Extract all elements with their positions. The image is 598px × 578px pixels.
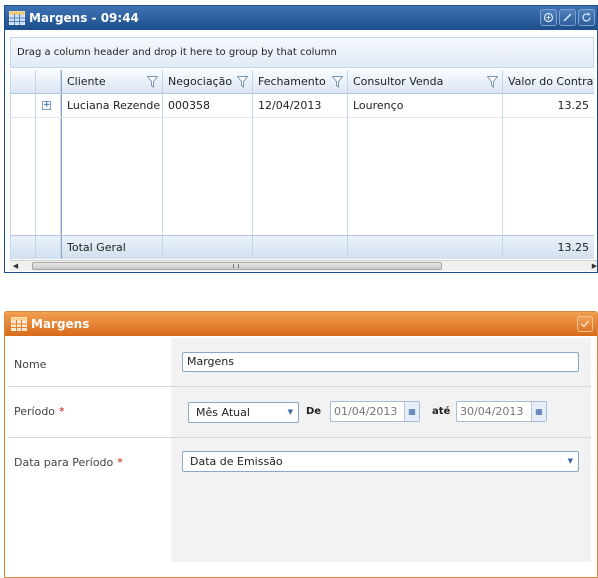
column-header-fechamento[interactable]: Fechamento — [253, 70, 348, 93]
data-grid: Cliente Negociação Fechamento Consultor … — [10, 70, 594, 266]
grip-icon — [233, 264, 239, 268]
filter-icon[interactable] — [237, 76, 248, 88]
grid-widget-header[interactable]: Margens - 09:44 — [5, 6, 597, 30]
footer-cell — [348, 236, 503, 259]
cell-cliente: Luciana Rezende — [61, 94, 163, 117]
column-header-label: Cliente — [67, 75, 106, 88]
periodo-label: Período * — [14, 405, 65, 418]
date-from-input[interactable]: 01/04/2013 ▦ — [330, 401, 420, 422]
ate-label: até — [432, 406, 451, 417]
filter-icon[interactable] — [147, 76, 158, 88]
column-header-valor-contrato[interactable]: Valor do Contrat — [503, 70, 594, 93]
table-row[interactable]: + Luciana Rezende 000358 12/04/2013 Lour… — [11, 94, 594, 118]
refresh-icon — [582, 12, 591, 22]
data-periodo-label-text: Data para Período — [14, 456, 114, 469]
date-to-value: 30/04/2013 — [460, 405, 524, 418]
grid-widget-title: Margens - 09:44 — [29, 11, 139, 25]
edit-button[interactable] — [559, 9, 576, 26]
form-row-periodo: Período * Mês Atual ▼ De 01/04/2013 ▦ até… — [8, 387, 591, 438]
header-expand-cell — [36, 70, 61, 93]
grid-widget-tools — [540, 9, 597, 26]
scroll-left-icon[interactable]: ◀ — [10, 261, 21, 271]
cell-valor-contrato: 13.25 — [557, 99, 590, 112]
scroll-right-icon[interactable]: ▶ — [589, 261, 597, 271]
column-header-label: Fechamento — [258, 75, 326, 88]
horizontal-scrollbar[interactable]: ◀ ▶ — [10, 260, 597, 271]
date-to-input[interactable]: 30/04/2013 ▦ — [456, 401, 547, 422]
table-icon — [9, 11, 25, 25]
form-widget-header[interactable]: Margens — [5, 312, 597, 336]
refresh-button[interactable] — [578, 9, 595, 26]
filter-icon[interactable] — [332, 76, 343, 88]
column-header-label: Negociação — [168, 75, 233, 88]
column-header-cliente[interactable]: Cliente — [61, 70, 163, 93]
margens-grid-widget: Margens - 09:44 Drag a column header and… — [4, 5, 598, 273]
date-from-value: 01/04/2013 — [334, 405, 398, 418]
nome-input[interactable]: Margens — [182, 352, 579, 372]
column-header-consultor-venda[interactable]: Consultor Venda — [348, 70, 503, 93]
grid-empty-area — [11, 118, 594, 235]
pencil-icon — [563, 13, 572, 22]
periodo-selected: Mês Atual — [196, 406, 250, 419]
data-periodo-selected: Data de Emissão — [190, 455, 283, 468]
data-periodo-label: Data para Período * — [14, 456, 123, 469]
scroll-thumb[interactable] — [32, 262, 442, 270]
row-indicator-cell — [11, 94, 36, 117]
footer-total-label: Total Geral — [61, 236, 163, 259]
chevron-down-icon: ▼ — [287, 408, 293, 416]
zoom-icon — [543, 12, 554, 23]
margens-form-widget: Margens Nome Margens Período * Mês Atual … — [4, 311, 598, 578]
column-header-label: Consultor Venda — [353, 75, 444, 88]
grid-footer-row: Total Geral 13.25 — [11, 235, 594, 259]
filter-icon[interactable] — [487, 76, 498, 88]
zoom-button[interactable] — [540, 9, 557, 26]
required-marker: * — [59, 405, 65, 418]
footer-total-value: 13.25 — [557, 241, 590, 254]
de-label: De — [306, 406, 322, 417]
periodo-select[interactable]: Mês Atual ▼ — [188, 402, 299, 423]
cell-consultor-venda: Lourenço — [348, 94, 503, 117]
column-header-label: Valor do Contrat — [508, 75, 594, 88]
group-by-panel[interactable]: Drag a column header and drop it here to… — [10, 37, 594, 68]
form-row-nome: Nome Margens — [8, 338, 591, 387]
required-marker: * — [117, 456, 123, 469]
form-widget-title: Margens — [31, 317, 90, 331]
grid-header-row: Cliente Negociação Fechamento Consultor … — [11, 70, 594, 94]
check-icon — [581, 320, 590, 328]
cell-fechamento: 12/04/2013 — [253, 94, 348, 117]
footer-cell — [253, 236, 348, 259]
column-header-negociacao[interactable]: Negociação — [163, 70, 253, 93]
footer-indicator-cell — [11, 236, 36, 259]
data-periodo-select[interactable]: Data de Emissão ▼ — [182, 451, 579, 472]
calendar-icon[interactable]: ▦ — [404, 402, 419, 421]
header-indicator-cell — [11, 70, 36, 93]
form-row-data-periodo: Data para Período * Data de Emissão ▼ — [8, 438, 591, 577]
confirm-button[interactable] — [577, 316, 593, 332]
periodo-label-text: Período — [14, 405, 56, 418]
calendar-icon[interactable]: ▦ — [531, 402, 546, 421]
cell-negociacao: 000358 — [163, 94, 253, 117]
table-icon — [11, 317, 27, 331]
nome-label: Nome — [14, 358, 47, 371]
footer-cell — [163, 236, 253, 259]
footer-expand-cell — [36, 236, 61, 259]
chevron-down-icon: ▼ — [567, 457, 573, 465]
expand-row-icon[interactable]: + — [42, 101, 51, 110]
row-expand-cell[interactable]: + — [36, 94, 61, 117]
